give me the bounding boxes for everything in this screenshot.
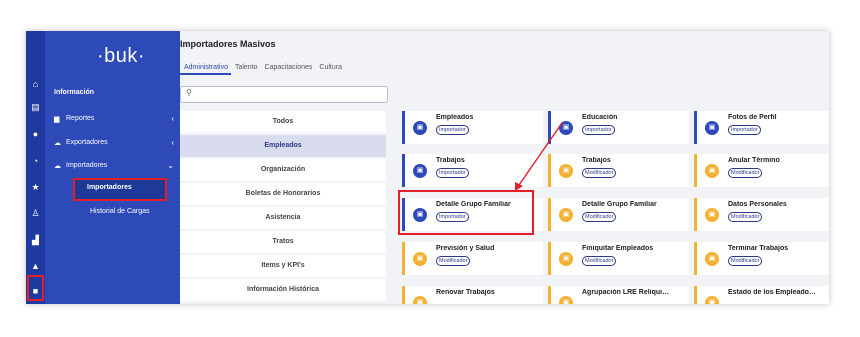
card-title: Terminar Trabajos — [728, 245, 789, 252]
modifier-icon: ▣ — [413, 252, 427, 266]
card-badge: Modificador — [582, 256, 617, 266]
category-list: Todos Empleados Organización Boletas de … — [180, 111, 386, 303]
star-icon[interactable]: ★ — [26, 180, 45, 194]
tab-bar: Administrativo Talento Capacitaciones Cu… — [180, 63, 345, 75]
importer-icon: ▣ — [705, 121, 719, 135]
page-title: Importadores Masivos — [180, 39, 276, 49]
modifier-card[interactable]: ▣ Datos Personales Modificador — [694, 198, 829, 231]
modifier-icon: ▣ — [413, 296, 427, 304]
card-badge: Modificador — [436, 256, 471, 266]
sidebar-item-exportadores[interactable]: ☁ Exportadores ‹ — [54, 138, 174, 147]
category-info-historica[interactable]: Información Histórica — [180, 279, 386, 301]
importer-card[interactable]: ▣ Fotos de Perfil Importador — [694, 111, 829, 144]
card-title: Renovar Trabajos — [436, 289, 495, 296]
tab-administrativo[interactable]: Administrativo — [180, 63, 231, 75]
folder-highlight — [27, 275, 44, 301]
card-badge: Modificador — [728, 212, 763, 222]
sidebar: ·buk· Información ▆ Reportes ‹ ☁ Exporta… — [45, 31, 180, 304]
app-window: ⌂ ▤ ● ◔ ★ ♙ ▟ ▲ ■ ·buk· Información ▆ Re… — [26, 31, 829, 304]
modifier-card[interactable]: ▣ Agrupación LRE Reliqui… — [548, 286, 689, 304]
graduation-icon[interactable]: ▲ — [26, 259, 45, 273]
annotation-arrow — [515, 122, 563, 191]
bar-chart-icon: ▆ — [54, 115, 60, 123]
sidebar-item-label: Exportadores — [66, 139, 108, 146]
card-title: Previsión y Salud — [436, 245, 495, 252]
cloud-upload-icon: ☁ — [54, 162, 61, 170]
search-input[interactable]: ⚲ — [180, 86, 388, 103]
tab-capacitaciones[interactable]: Capacitaciones — [261, 63, 316, 75]
card-title: Fotos de Perfil — [728, 114, 777, 121]
card-title: Anular Término — [728, 157, 780, 164]
modifier-icon: ▣ — [705, 252, 719, 266]
sidebar-item-importadores[interactable]: ☁ Importadores ⌄ — [54, 161, 174, 170]
person-add-icon[interactable]: ♙ — [26, 206, 45, 220]
card-badge: Modificador — [728, 168, 763, 178]
modifier-card[interactable]: ▣ Terminar Trabajos Modificador — [694, 242, 829, 275]
clock-icon[interactable]: ◔ — [26, 154, 45, 168]
modifier-card[interactable]: ▣ Renovar Trabajos — [402, 286, 543, 304]
search-icon: ⚲ — [186, 88, 192, 97]
cloud-upload-icon: ☁ — [54, 139, 61, 147]
category-organizacion[interactable]: Organización — [180, 159, 386, 181]
modifier-icon: ▣ — [559, 252, 573, 266]
category-boletas[interactable]: Boletas de Honorarios — [180, 183, 386, 205]
coin-icon[interactable]: ● — [26, 127, 45, 141]
modifier-card[interactable]: ▣ Anular Término Modificador — [694, 154, 829, 187]
modifier-card[interactable]: ▣ Previsión y Salud Modificador — [402, 242, 543, 275]
tab-talento[interactable]: Talento — [231, 63, 261, 75]
chevron-left-icon: ‹ — [171, 138, 174, 147]
document-icon[interactable]: ▤ — [26, 100, 45, 114]
card-title: Agrupación LRE Reliqui… — [582, 289, 670, 296]
modifier-icon: ▣ — [705, 164, 719, 178]
main-content: Importadores Masivos Administrativo Tale… — [180, 31, 829, 304]
icon-rail: ⌂ ▤ ● ◔ ★ ♙ ▟ ▲ ■ — [26, 31, 45, 304]
sidebar-item-label: Reportes — [66, 115, 95, 122]
modifier-card[interactable]: ▣ Finiquitar Empleados Modificador — [548, 242, 689, 275]
tab-cultura[interactable]: Cultura — [315, 63, 345, 75]
chevron-left-icon: ‹ — [171, 114, 174, 123]
home-icon[interactable]: ⌂ — [26, 77, 45, 91]
buk-logo: ·buk· — [97, 45, 146, 67]
card-badge: Modificador — [728, 256, 763, 266]
card-title: Datos Personales — [728, 201, 787, 208]
category-asistencia[interactable]: Asistencia — [180, 207, 386, 229]
card-badge: Modificador — [582, 212, 617, 222]
modifier-icon: ▣ — [559, 296, 573, 304]
card-title: Finiquitar Empleados — [582, 245, 654, 252]
category-tratos[interactable]: Tratos — [180, 231, 386, 253]
modifier-card[interactable]: ▣ Estado de los Empleado… — [694, 286, 829, 304]
org-chart-icon[interactable]: ▟ — [26, 233, 45, 247]
sidebar-item-label: Importadores — [66, 162, 108, 169]
modifier-icon: ▣ — [705, 296, 719, 304]
sidebar-section-title: Información — [54, 89, 95, 96]
category-items-kpi[interactable]: Items y KPI's — [180, 255, 386, 277]
category-todos[interactable]: Todos — [180, 111, 386, 133]
chevron-down-icon: ⌄ — [167, 161, 174, 170]
sidebar-sub-historial[interactable]: Historial de Cargas — [90, 208, 150, 215]
card-title: Estado de los Empleado… — [728, 289, 816, 296]
importadores-highlight — [73, 178, 167, 201]
category-empleados[interactable]: Empleados — [180, 135, 386, 157]
modifier-icon: ▣ — [705, 208, 719, 222]
sidebar-item-reportes[interactable]: ▆ Reportes ‹ — [54, 114, 174, 123]
card-badge: Importador — [728, 125, 761, 135]
